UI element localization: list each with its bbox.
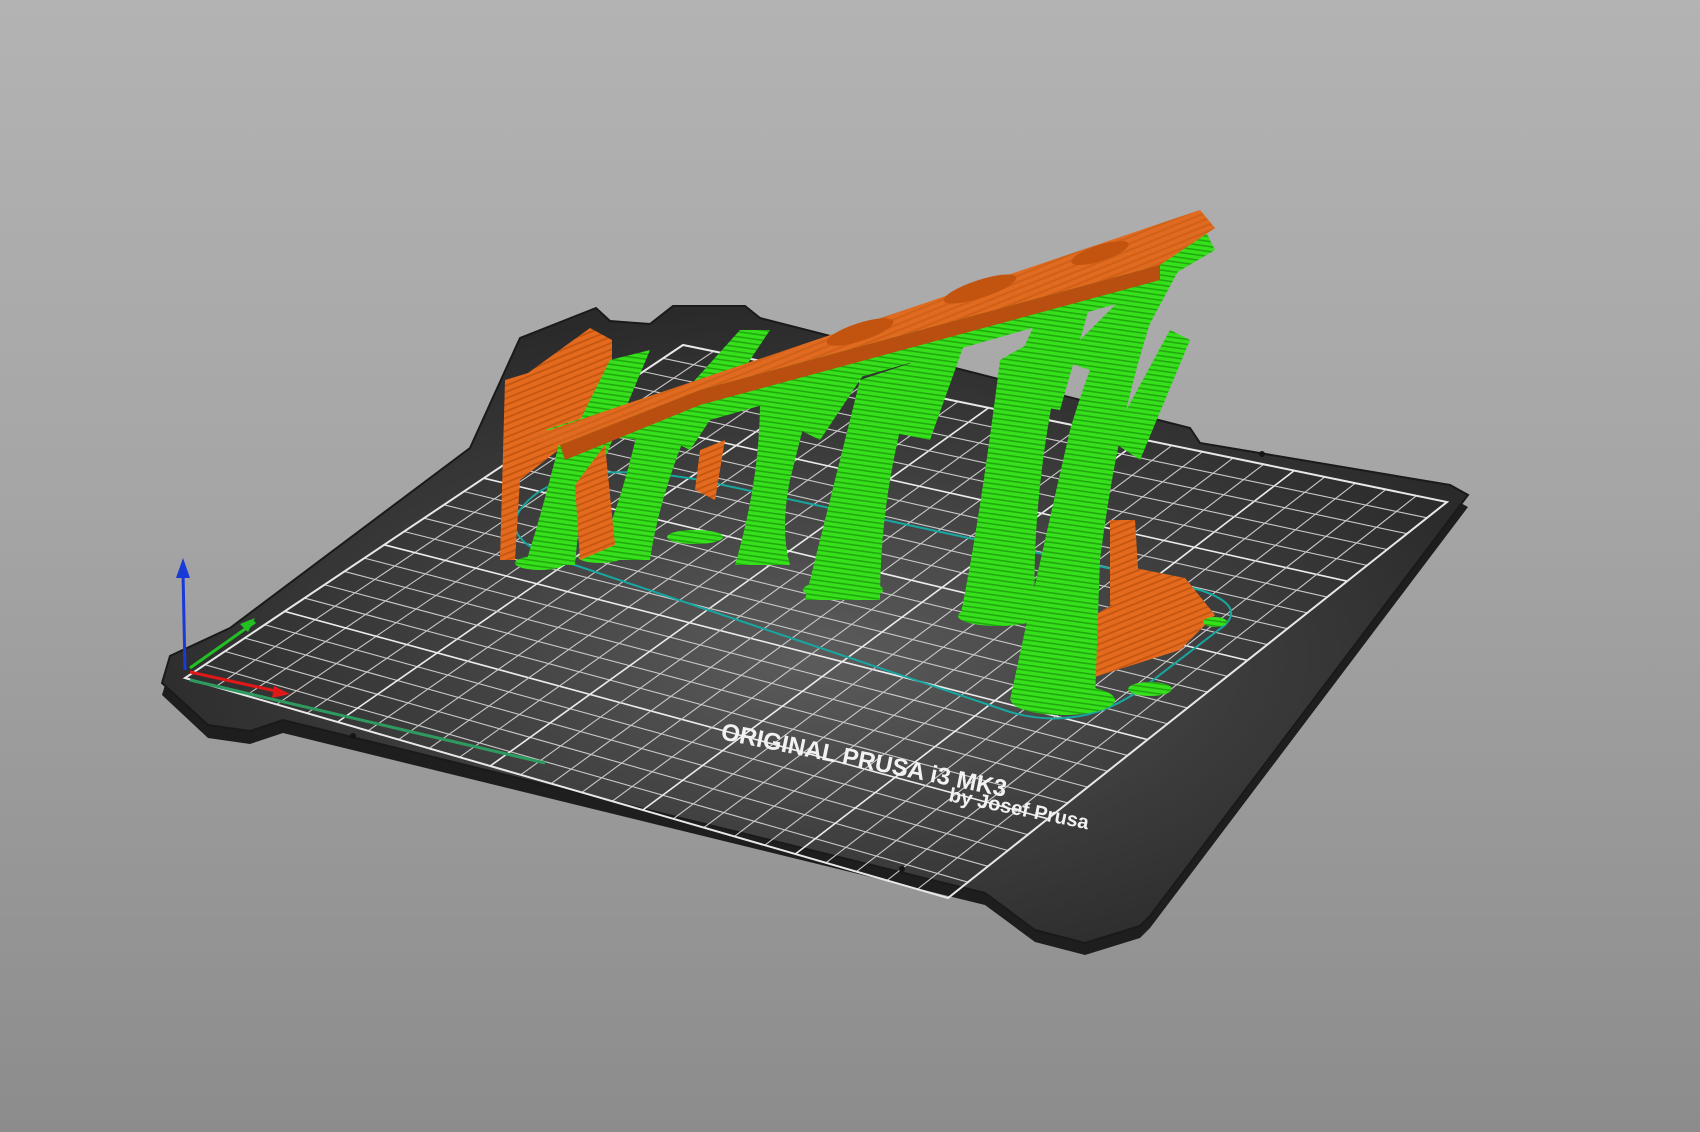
part-strut bbox=[1110, 520, 1140, 605]
support-base bbox=[958, 606, 1038, 626]
support-base bbox=[1128, 682, 1172, 696]
support-base bbox=[667, 530, 723, 544]
support-base bbox=[515, 556, 565, 570]
support-base bbox=[1011, 685, 1115, 715]
z-axis-icon bbox=[176, 558, 190, 578]
bed-screw bbox=[899, 866, 905, 872]
support-base bbox=[1203, 617, 1227, 627]
z-axis-line bbox=[181, 571, 187, 671]
support-base bbox=[803, 580, 883, 600]
bed-screw bbox=[1259, 451, 1265, 457]
bed-screw bbox=[350, 733, 356, 739]
3d-viewport[interactable]: ORIGINAL PRUSA i3 MK3 by Josef Prusa bbox=[0, 0, 1700, 1132]
